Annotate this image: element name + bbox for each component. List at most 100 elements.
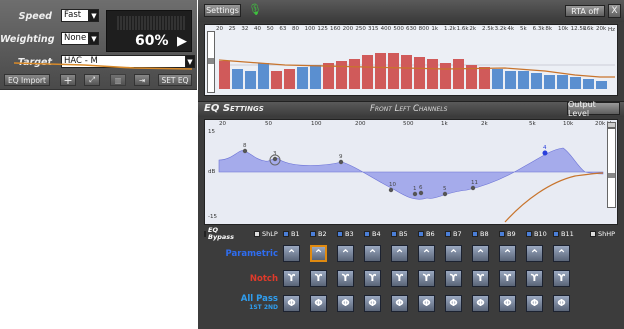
band-checkbox[interactable] <box>499 231 505 237</box>
allpass-filter-icon-button[interactable]: Φ <box>553 295 570 312</box>
parametric-filter-icon-button[interactable]: ⌃ <box>364 245 381 262</box>
allpass-filter-icon: Φ <box>287 298 296 309</box>
band-toggle-b8[interactable]: B8 <box>472 230 489 238</box>
target-curve-preview <box>14 62 192 70</box>
rta-bar <box>531 73 542 89</box>
parametric-filter-icon: ⌃ <box>394 246 405 261</box>
band-checkbox[interactable] <box>391 231 397 237</box>
band-checkbox[interactable] <box>472 231 478 237</box>
band-toggle-b10[interactable]: B10 <box>526 230 547 238</box>
eq-band-point <box>338 159 344 165</box>
band-toggle-b7[interactable]: B7 <box>445 230 462 238</box>
parametric-filter-icon-button[interactable]: ⌃ <box>472 245 489 262</box>
shhp-toggle[interactable]: ShHP <box>590 230 615 238</box>
eq-panel: Settings 🎙 RTA off X 20 25 32 40 50 63 80 100 12… <box>198 0 624 329</box>
notch-filter-icon-button[interactable]: ϒ <box>310 270 327 287</box>
rta-toggle-button[interactable]: RTA off <box>565 5 605 17</box>
notch-filter-icon-button[interactable]: ϒ <box>472 270 489 287</box>
parametric-filter-icon-button[interactable]: ⌃ <box>310 245 327 262</box>
allpass-filter-icon-button[interactable]: Φ <box>472 295 489 312</box>
play-icon[interactable]: ▶ <box>177 34 187 49</box>
allpass-filter-icon-button[interactable]: Φ <box>283 295 300 312</box>
band-toggle-b4[interactable]: B4 <box>364 230 381 238</box>
eq-level-slider[interactable] <box>607 128 616 208</box>
allpass-filter-icon-button[interactable]: Φ <box>499 295 516 312</box>
band-label: B8 <box>480 230 489 238</box>
parametric-filter-icon-button[interactable]: ⌃ <box>499 245 516 262</box>
notch-filter-icon-button[interactable]: ϒ <box>499 270 516 287</box>
notch-filter-icon-button[interactable]: ϒ <box>445 270 462 287</box>
parametric-filter-icon-button[interactable]: ⌃ <box>337 245 354 262</box>
allpass-filter-icon-button[interactable]: Φ <box>391 295 408 312</box>
allpass-filter-icon-button[interactable]: Φ <box>445 295 462 312</box>
eq-import-button[interactable]: EQ Import <box>4 74 50 86</box>
rta-bar <box>284 69 295 89</box>
settings-button[interactable]: Settings <box>204 4 241 17</box>
speed-dropdown-icon[interactable]: ▼ <box>89 9 99 22</box>
add-icon[interactable]: + <box>60 74 76 87</box>
notch-filter-icon-button[interactable]: ϒ <box>283 270 300 287</box>
allpass-filter-icon-button[interactable]: Φ <box>337 295 354 312</box>
notch-filter-icon-button[interactable]: ϒ <box>418 270 435 287</box>
parametric-filter-icon: ⌃ <box>529 246 540 261</box>
shhp-checkbox[interactable] <box>590 231 596 237</box>
microphone-icon[interactable]: 🎙 <box>248 3 262 16</box>
delete-icon[interactable]: ▥ <box>110 74 126 86</box>
allpass-filter-icon-button[interactable]: Φ <box>526 295 543 312</box>
band-toggle-b11[interactable]: B11 <box>553 230 574 238</box>
eq-band-point-label: 10 <box>389 182 396 188</box>
allpass-filter-icon-button[interactable]: Φ <box>364 295 381 312</box>
notch-filter-icon-button[interactable]: ϒ <box>553 270 570 287</box>
export-icon[interactable]: ⇥ <box>134 74 150 86</box>
eq-level-handle[interactable] <box>607 122 616 128</box>
eq-band-point <box>242 148 248 154</box>
notch-filter-icon-button[interactable]: ϒ <box>526 270 543 287</box>
eq-plot: 8 3 9 10 1 6 5 11 4 <box>218 143 604 223</box>
eq-bypass-checkbox[interactable] <box>204 231 207 237</box>
band-toggle-b9[interactable]: B9 <box>499 230 516 238</box>
band-label: B5 <box>399 230 408 238</box>
allpass-filter-icon-button[interactable]: Φ <box>418 295 435 312</box>
shlp-checkbox[interactable] <box>254 231 260 237</box>
notch-filter-icon-button[interactable]: ϒ <box>364 270 381 287</box>
band-checkbox[interactable] <box>364 231 370 237</box>
parametric-filter-icon-button[interactable]: ⌃ <box>526 245 543 262</box>
set-eq-button[interactable]: SET EQ <box>158 74 192 86</box>
band-toggle-b3[interactable]: B3 <box>337 230 354 238</box>
band-checkbox[interactable] <box>337 231 343 237</box>
speed-select[interactable]: Fast <box>61 9 89 22</box>
band-toggle-b6[interactable]: B6 <box>418 230 435 238</box>
allpass-filter-icon: Φ <box>368 298 377 309</box>
band-checkbox[interactable] <box>553 231 559 237</box>
band-label: B11 <box>561 230 574 238</box>
rta-level-slider[interactable] <box>207 31 215 93</box>
close-icon[interactable]: X <box>608 4 621 18</box>
band-checkbox[interactable] <box>283 231 289 237</box>
parametric-filter-icon-button[interactable]: ⌃ <box>445 245 462 262</box>
band-toggle-b5[interactable]: B5 <box>391 230 408 238</box>
weighting-select[interactable]: None <box>61 32 89 45</box>
parametric-filter-icon-button[interactable]: ⌃ <box>553 245 570 262</box>
parametric-filter-icon-button[interactable]: ⌃ <box>391 245 408 262</box>
channel-label: Front Left Channels <box>370 104 448 114</box>
parametric-filter-icon-button[interactable]: ⌃ <box>283 245 300 262</box>
band-toggle-b1[interactable]: B1 <box>283 230 300 238</box>
rta-bar <box>323 63 334 89</box>
band-checkbox[interactable] <box>445 231 451 237</box>
notch-filter-icon-button[interactable]: ϒ <box>337 270 354 287</box>
output-level-button[interactable]: Output Level <box>567 100 620 118</box>
parametric-filter-icon-button[interactable]: ⌃ <box>418 245 435 262</box>
weighting-dropdown-icon[interactable]: ▼ <box>89 32 99 45</box>
eq-band-point-label: 4 <box>543 145 547 151</box>
parametric-filter-icon: ⌃ <box>448 246 459 261</box>
resize-icon[interactable]: ⤢ <box>84 74 100 86</box>
notch-filter-icon-button[interactable]: ϒ <box>391 270 408 287</box>
eq-bypass-label: EQ Bypass <box>204 227 234 241</box>
shlp-toggle[interactable]: ShLP <box>254 230 278 238</box>
eq-band-point-label: 1 <box>413 186 417 192</box>
band-toggle-b2[interactable]: B2 <box>310 230 327 238</box>
band-checkbox[interactable] <box>526 231 532 237</box>
band-checkbox[interactable] <box>418 231 424 237</box>
band-checkbox[interactable] <box>310 231 316 237</box>
allpass-filter-icon-button[interactable]: Φ <box>310 295 327 312</box>
